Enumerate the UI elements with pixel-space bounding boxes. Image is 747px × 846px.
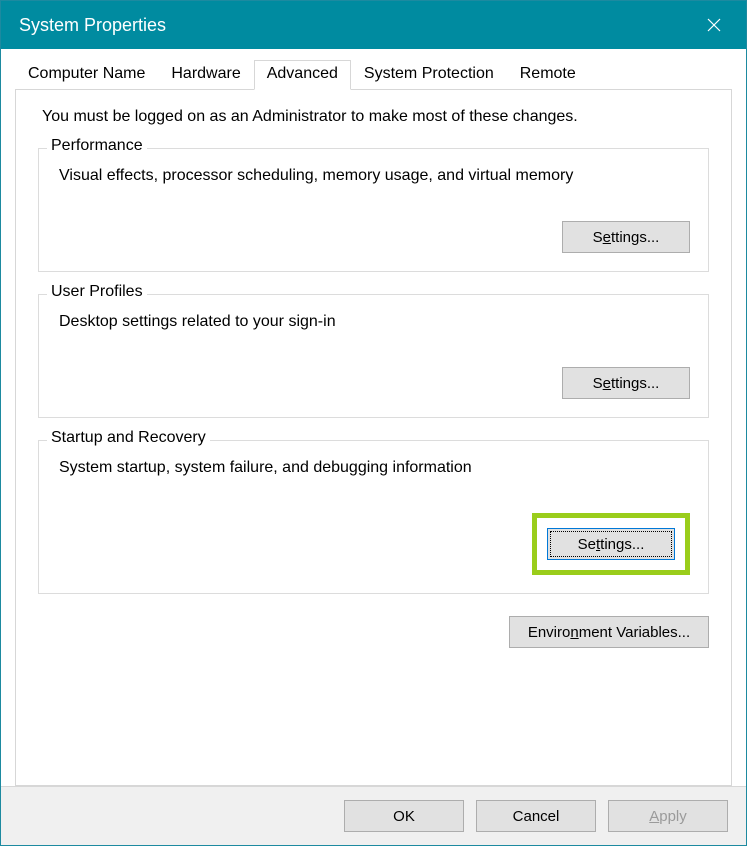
startup-recovery-settings-button[interactable]: Settings... [547,528,675,560]
group-user-profiles-label: User Profiles [47,283,147,301]
tab-page-advanced: You must be logged on as an Administrato… [15,89,732,786]
environment-variables-button[interactable]: Environment Variables... [509,616,709,648]
ok-button[interactable]: OK [344,800,464,832]
group-performance-desc: Visual effects, processor scheduling, me… [59,167,690,185]
group-startup-recovery-actions: Settings... [57,513,690,575]
performance-settings-button[interactable]: Settings... [562,221,690,253]
group-user-profiles: User Profiles Desktop settings related t… [38,294,709,418]
group-startup-recovery: Startup and Recovery System startup, sys… [38,440,709,594]
tab-hardware[interactable]: Hardware [158,60,253,90]
tab-computer-name[interactable]: Computer Name [15,60,158,90]
group-user-profiles-desc: Desktop settings related to your sign-in [59,313,690,331]
group-performance: Performance Visual effects, processor sc… [38,148,709,272]
apply-button[interactable]: Apply [608,800,728,832]
group-startup-recovery-label: Startup and Recovery [47,429,210,447]
close-icon [707,18,721,32]
tab-remote[interactable]: Remote [507,60,589,90]
system-properties-window: System Properties Computer Name Hardware… [0,0,747,846]
group-startup-recovery-desc: System startup, system failure, and debu… [59,459,690,477]
dialog-footer: OK Cancel Apply [1,786,746,845]
group-performance-label: Performance [47,137,147,155]
highlight-annotation: Settings... [532,513,690,575]
admin-notice: You must be logged on as an Administrato… [42,108,709,126]
window-title: System Properties [19,15,166,36]
tab-system-protection[interactable]: System Protection [351,60,507,90]
cancel-button[interactable]: Cancel [476,800,596,832]
close-button[interactable] [690,1,738,49]
tab-advanced[interactable]: Advanced [254,60,351,90]
titlebar: System Properties [1,1,746,49]
environment-variables-row: Environment Variables... [38,616,709,648]
group-performance-actions: Settings... [57,221,690,253]
group-user-profiles-actions: Settings... [57,367,690,399]
client-area: Computer Name Hardware Advanced System P… [1,49,746,845]
tab-strip: Computer Name Hardware Advanced System P… [1,49,746,89]
user-profiles-settings-button[interactable]: Settings... [562,367,690,399]
